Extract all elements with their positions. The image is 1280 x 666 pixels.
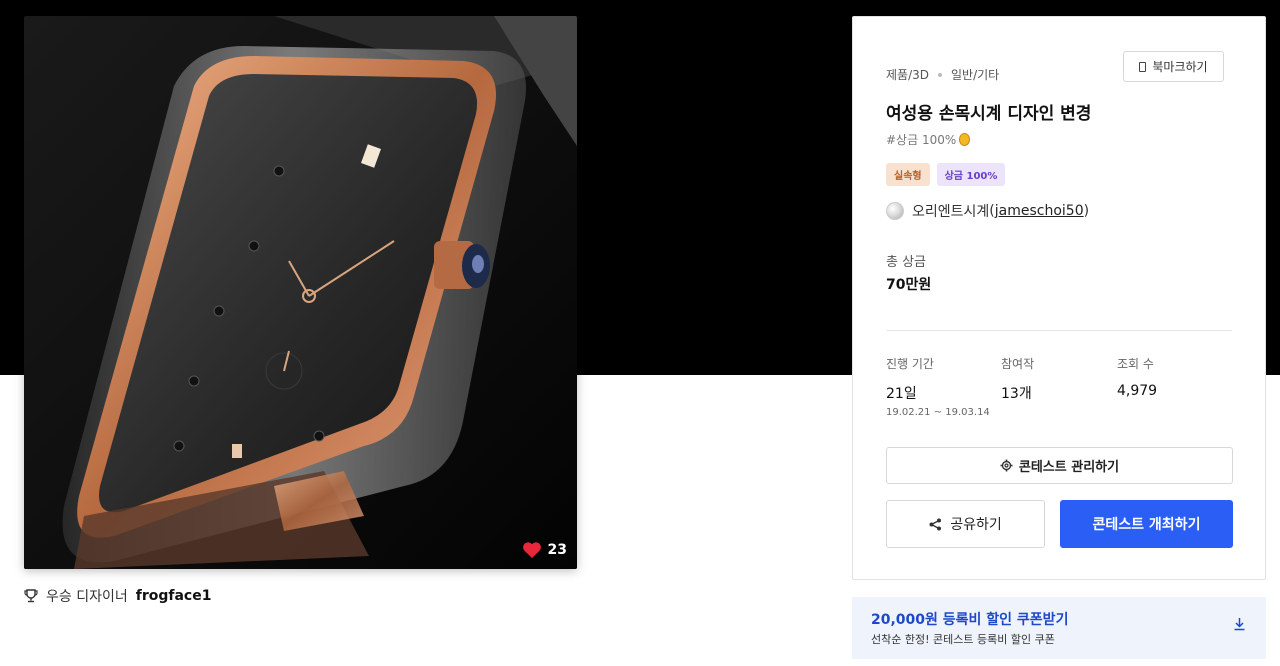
badge-type: 실속형 — [886, 163, 930, 186]
period-label: 진행 기간 — [886, 357, 934, 371]
host-name: 오리엔트시계 — [912, 204, 990, 220]
bookmark-icon — [1139, 61, 1147, 72]
contest-hero-image[interactable]: 23 — [24, 16, 577, 569]
category-breadcrumb: 제품/3D 일반/기타 — [886, 66, 999, 83]
manage-label: 콘테스트 관리하기 — [1018, 460, 1120, 475]
entries-label: 참여작 — [1001, 357, 1035, 371]
stat-views: 조회 수 4,979 — [1117, 355, 1157, 399]
hashtag-text[interactable]: #상금 100% — [886, 131, 956, 148]
separator-dot — [938, 72, 942, 77]
bookmark-button[interactable]: 북마크하기 — [1123, 51, 1224, 82]
winner-name[interactable]: frogface1 — [136, 588, 212, 604]
host-info[interactable]: 오리엔트시계 (jameschoi50) — [886, 201, 1089, 221]
badge-prize: 상금 100% — [936, 163, 1006, 186]
coupon-subtitle: 선착순 한정! 콘테스트 등록비 할인 쿠폰 — [871, 633, 1055, 646]
share-label: 공유하기 — [950, 517, 1002, 533]
money-bag-icon — [959, 133, 971, 146]
total-prize-label: 총 상금 — [886, 255, 927, 270]
period-value: 21일 — [886, 386, 917, 402]
category-main[interactable]: 제품/3D — [886, 66, 929, 83]
download-icon[interactable] — [1233, 617, 1246, 631]
share-button[interactable]: 공유하기 — [886, 500, 1045, 548]
coupon-title: 20,000원 등록비 할인 쿠폰받기 — [871, 612, 1069, 628]
contest-title: 여성용 손목시계 디자인 변경 — [886, 104, 1092, 124]
heart-icon — [522, 542, 541, 558]
contest-badges: 실속형 상금 100% — [886, 163, 1006, 186]
watch-illustration — [24, 16, 577, 569]
coupon-banner[interactable]: 20,000원 등록비 할인 쿠폰받기 선착순 한정! 콘테스트 등록비 할인 … — [852, 597, 1266, 659]
contest-info-card: 제품/3D 일반/기타 북마크하기 여성용 손목시계 디자인 변경 #상금 10… — [852, 16, 1266, 580]
share-icon — [929, 518, 942, 530]
period-dates: 19.02.21 ~ 19.03.14 — [886, 407, 990, 418]
likes-count: 23 — [547, 542, 567, 558]
views-label: 조회 수 — [1117, 357, 1154, 371]
gear-icon — [1000, 459, 1013, 472]
divider — [886, 330, 1232, 331]
host-id[interactable]: jameschoi50 — [995, 203, 1084, 219]
category-sub[interactable]: 일반/기타 — [951, 66, 999, 83]
views-value: 4,979 — [1117, 383, 1158, 399]
winner-label: 우승 디자이너 — [46, 589, 128, 605]
likes-counter[interactable]: 23 — [522, 541, 567, 559]
winner-designer: 우승 디자이너 frogface1 — [24, 586, 211, 606]
host-contest-button[interactable]: 콘테스트 개최하기 — [1060, 500, 1233, 548]
stat-period: 진행 기간 21일 19.02.21 ~ 19.03.14 — [886, 355, 990, 418]
stat-entries: 참여작 13개 — [1001, 355, 1034, 403]
manage-contest-button[interactable]: 콘테스트 관리하기 — [886, 447, 1233, 484]
prize-hashtag: #상금 100% — [886, 131, 971, 148]
entries-value: 13개 — [1001, 386, 1032, 402]
bookmark-label: 북마크하기 — [1152, 60, 1208, 74]
total-prize-value: 70만원 — [886, 277, 932, 293]
trophy-icon — [24, 589, 38, 603]
host-avatar — [886, 202, 904, 220]
